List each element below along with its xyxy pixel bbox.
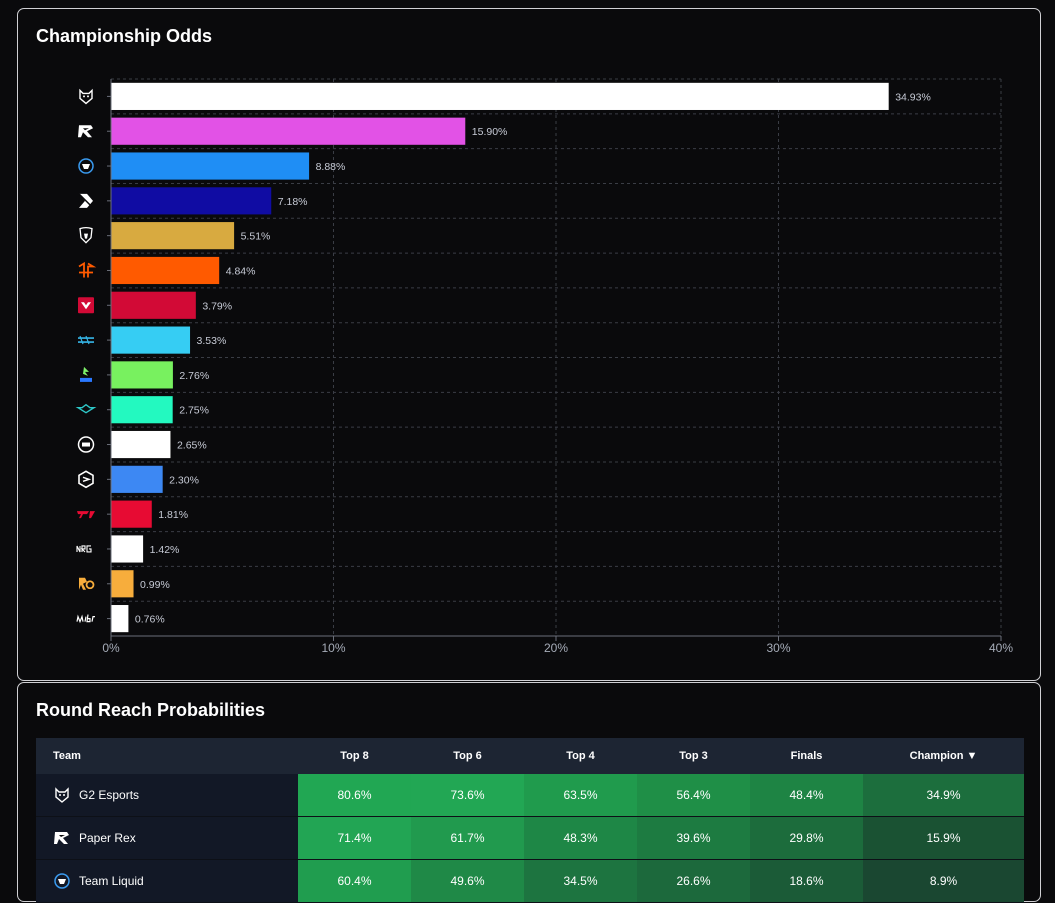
bar-value-label: 34.93% [895,91,931,103]
liquid-logo-icon [78,158,94,174]
probability-cell: 34.5% [524,859,637,903]
bar-value-label: 0.76% [135,614,165,626]
bar-7[interactable] [111,326,191,354]
probability-cell: 26.6% [637,859,750,903]
bar-11[interactable] [111,465,163,493]
probability-cell: 18.6% [750,859,863,903]
probability-cell: 60.4% [298,859,411,903]
bar-value-label: 4.84% [226,265,256,277]
bar-8[interactable] [111,361,173,389]
column-header-top6[interactable]: Top 6 [411,738,524,774]
team-name: Team Liquid [79,874,144,888]
bar-6[interactable] [111,291,196,319]
heretics-logo-icon [79,227,93,244]
probability-cell: 29.8% [750,816,863,860]
bar-14[interactable] [111,570,134,598]
bar-13[interactable] [111,535,144,563]
bar-4[interactable] [111,222,235,250]
g2-logo-icon [55,787,69,803]
championship-odds-chart: 0% 10% 20% 30% 40% 34.93% 15.90% 8.88% 7.18% 5.5… [75,78,1013,655]
team-name: Paper Rex [79,831,136,845]
round-reach-table-wrap: Team Top 8 Top 6 Top 4 Top 3 Finals Cham… [36,738,1024,903]
liquid-logo-icon [54,873,70,889]
probability-cell: 61.7% [411,816,524,860]
drg-logo-icon [80,366,92,382]
drx-logo-icon [78,193,94,209]
probability-cell: 34.9% [863,774,1024,817]
bar-value-label: 1.42% [150,544,180,556]
x-tick-label: 40% [989,641,1013,655]
round-reach-table: Team Top 8 Top 6 Top 4 Top 3 Finals Cham… [36,738,1024,903]
rrq-logo-icon [79,577,95,590]
table-row: Paper Rex 71.4% 61.7% 48.3% 39.6% 29.8% 15.9% [36,816,1024,860]
bar-value-label: 0.99% [140,579,170,591]
bar-15[interactable] [111,605,129,633]
edg-logo-icon [77,436,95,453]
championship-odds-card: Championship Odds 0% 10% 20% 30% 40% 34.93% 1… [17,8,1041,681]
t1-logo-icon [77,511,95,519]
bar-2[interactable] [111,152,310,180]
table-row: G2 Esports 80.6% 73.6% 63.5% 56.4% 48.4% 34.9% [36,774,1024,817]
column-header-top3[interactable]: Top 3 [637,738,750,774]
wing-logo-icon [75,403,97,414]
bar-10[interactable] [111,430,171,459]
bar-value-label: 15.90% [472,126,508,138]
probability-cell: 71.4% [298,816,411,860]
probability-cell: 80.6% [298,774,411,817]
bar-value-label: 2.30% [169,474,199,486]
bar-value-label: 1.81% [158,509,188,521]
bar-value-label: 3.53% [197,335,227,347]
leviatan-logo-icon [78,335,94,345]
sentinels-logo-icon [78,297,94,314]
x-tick-label: 0% [102,641,120,655]
x-tick-label: 20% [544,641,568,655]
probability-cell: 8.9% [863,859,1024,903]
g2-logo-icon [79,88,93,105]
bar-3[interactable] [111,187,272,215]
column-header-team[interactable]: Team [36,738,298,774]
hex-logo-icon [78,470,94,489]
paper-rex-logo-icon [78,125,93,138]
bar-value-label: 7.18% [278,196,308,208]
bar-1[interactable] [111,117,466,145]
team-cell: Team Liquid [36,859,298,903]
bar-value-label: 2.65% [177,440,207,452]
team-name: G2 Esports [79,788,140,802]
nrg-logo-icon [76,545,92,553]
bar-12[interactable] [111,500,152,528]
probability-cell: 56.4% [637,774,750,817]
probability-cell: 48.4% [750,774,863,817]
probability-cell: 73.6% [411,774,524,817]
paper-rex-logo-icon [54,832,69,844]
bar-value-label: 2.76% [179,370,209,382]
round-reach-title: Round Reach Probabilities [36,700,266,720]
round-reach-card: Round Reach Probabilities Team Top 8 Top… [17,682,1041,903]
probability-cell: 48.3% [524,816,637,860]
column-header-finals[interactable]: Finals [750,738,863,774]
fnatic-logo-icon [78,261,97,278]
mibr-logo-icon [76,614,95,624]
bar-9[interactable] [111,396,173,424]
probability-cell: 15.9% [863,816,1024,860]
table-header-row: Team Top 8 Top 6 Top 4 Top 3 Finals Cham… [36,738,1024,774]
column-header-top4[interactable]: Top 4 [524,738,637,774]
bar-value-label: 5.51% [241,231,271,243]
bar-value-label: 3.79% [202,300,232,312]
probability-cell: 49.6% [411,859,524,903]
column-header-champion[interactable]: Champion ▼ [863,738,1024,774]
probability-cell: 63.5% [524,774,637,817]
x-tick-label: 10% [321,641,345,655]
team-cell: Paper Rex [36,816,298,860]
bar-0[interactable] [111,82,889,110]
bar-value-label: 2.75% [179,405,209,417]
team-cell: G2 Esports [36,774,298,817]
column-header-top8[interactable]: Top 8 [298,738,411,774]
bar-5[interactable] [111,256,220,285]
x-tick-label: 30% [766,641,790,655]
probability-cell: 39.6% [637,816,750,860]
table-row: Team Liquid 60.4% 49.6% 34.5% 26.6% 18.6% 8.9% [36,859,1024,903]
bar-value-label: 8.88% [316,161,346,173]
